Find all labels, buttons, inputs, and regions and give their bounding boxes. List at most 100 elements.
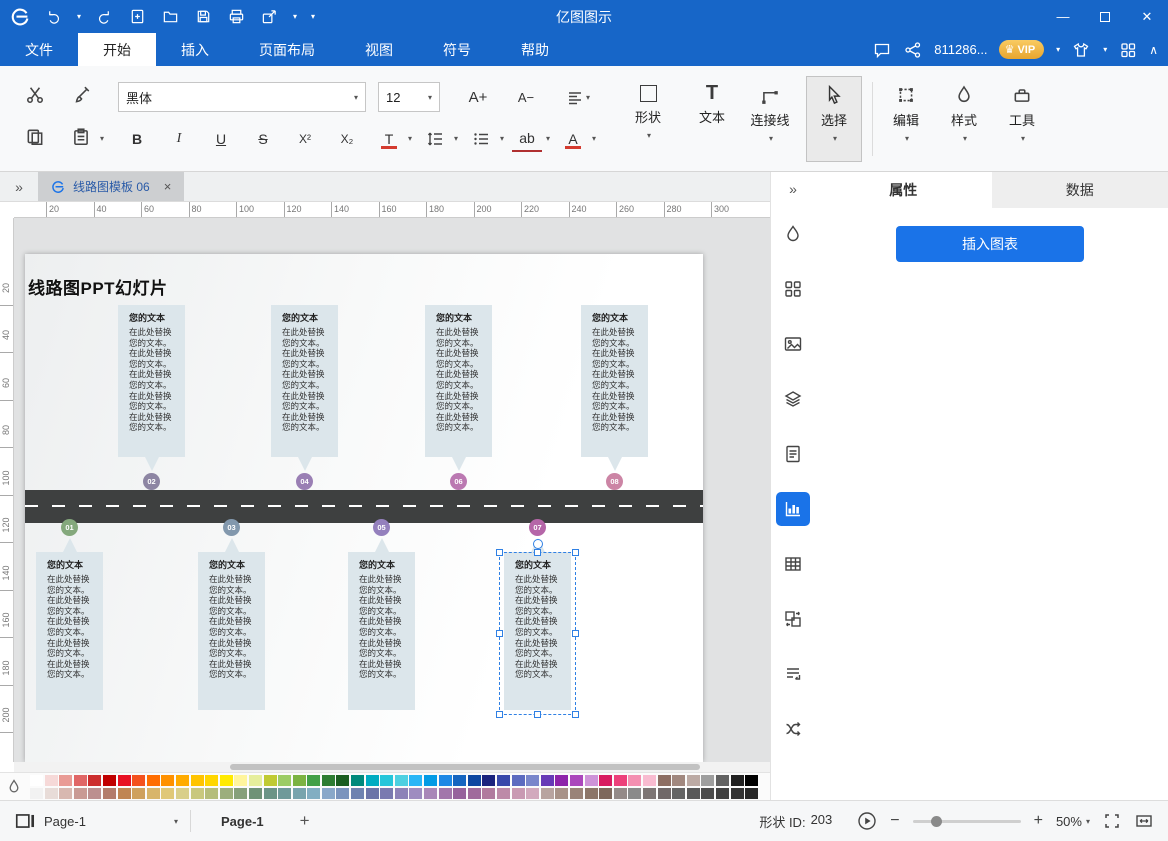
tab-data[interactable]: 数据	[992, 172, 1168, 208]
export-button[interactable]	[259, 7, 279, 27]
color-swatch[interactable]	[176, 775, 189, 786]
minimize-button[interactable]: —	[1042, 0, 1084, 33]
color-swatch[interactable]	[716, 788, 729, 799]
tab-properties[interactable]: 属性	[815, 172, 992, 208]
color-swatch[interactable]	[249, 775, 262, 786]
scrollbar-thumb[interactable]	[230, 764, 700, 770]
resize-handle[interactable]	[572, 549, 579, 556]
insert-chart-button[interactable]: 插入图表	[896, 226, 1084, 262]
shape-tool-button[interactable]: 形状	[620, 76, 676, 162]
play-button[interactable]	[857, 811, 877, 831]
color-swatch[interactable]	[497, 775, 510, 786]
color-swatch[interactable]	[468, 788, 481, 799]
callout-shape[interactable]: 您的文本 在此处替换您的文本。在此处替换您的文本。在此处替换您的文本。在此处替换…	[118, 305, 185, 490]
menu-file[interactable]: 文件	[0, 33, 78, 66]
color-swatch[interactable]	[351, 775, 364, 786]
color-swatch[interactable]	[585, 788, 598, 799]
color-swatch[interactable]	[658, 775, 671, 786]
color-swatch[interactable]	[191, 775, 204, 786]
color-swatch[interactable]	[205, 775, 218, 786]
document-tab[interactable]: 线路图模板 06 ×	[38, 172, 184, 201]
color-swatch[interactable]	[672, 775, 685, 786]
page-tab[interactable]: Page-1	[195, 814, 290, 829]
quick-access-more-icon[interactable]	[311, 12, 315, 21]
color-swatch[interactable]	[512, 788, 525, 799]
color-swatch[interactable]	[424, 788, 437, 799]
color-swatch[interactable]	[512, 775, 525, 786]
color-swatch[interactable]	[264, 788, 277, 799]
callout-box[interactable]: 您的文本 在此处替换您的文本。在此处替换您的文本。在此处替换您的文本。在此处替换…	[348, 552, 415, 710]
color-swatch[interactable]	[482, 775, 495, 786]
resize-handle[interactable]	[496, 711, 503, 718]
rotate-handle[interactable]	[533, 539, 543, 549]
redo-button[interactable]	[94, 7, 114, 27]
color-swatch[interactable]	[643, 788, 656, 799]
menu-page-layout[interactable]: 页面布局	[234, 33, 340, 66]
color-swatch[interactable]	[453, 775, 466, 786]
connector-tool-button[interactable]: 连接线	[742, 76, 798, 162]
color-swatch[interactable]	[555, 788, 568, 799]
color-swatch[interactable]	[380, 788, 393, 799]
menu-home[interactable]: 开始	[78, 33, 156, 66]
theme-caret-icon[interactable]	[1103, 45, 1107, 54]
resize-handle[interactable]	[496, 549, 503, 556]
share-icon[interactable]	[903, 40, 923, 60]
milestone-number[interactable]: 08	[606, 473, 623, 490]
color-swatch[interactable]	[118, 775, 131, 786]
text-tool-button[interactable]: T 文本	[684, 76, 740, 162]
color-swatch[interactable]	[293, 775, 306, 786]
color-swatch[interactable]	[366, 788, 379, 799]
color-swatch[interactable]	[614, 775, 627, 786]
vip-caret-icon[interactable]	[1056, 45, 1060, 54]
callout-shape[interactable]: 01 您的文本 在此处替换您的文本。在此处替换您的文本。在此处替换您的文本。在此…	[36, 519, 103, 710]
color-swatch[interactable]	[701, 788, 714, 799]
outline-panel-button[interactable]	[771, 426, 816, 481]
tabs-expand-icon[interactable]: »	[0, 172, 38, 201]
color-swatch[interactable]	[59, 775, 72, 786]
color-swatch[interactable]	[570, 788, 583, 799]
color-swatch[interactable]	[30, 775, 43, 786]
color-swatch[interactable]	[322, 788, 335, 799]
table-panel-button[interactable]	[771, 536, 816, 591]
color-swatch[interactable]	[745, 775, 758, 786]
zoom-out-button[interactable]: −	[890, 812, 899, 830]
chart-panel-button[interactable]	[771, 481, 816, 536]
color-swatch[interactable]	[132, 775, 145, 786]
color-swatch[interactable]	[453, 788, 466, 799]
page-selector[interactable]: Page-1	[36, 814, 186, 829]
color-swatch[interactable]	[264, 775, 277, 786]
color-swatch[interactable]	[614, 788, 627, 799]
color-swatch[interactable]	[687, 788, 700, 799]
print-button[interactable]	[226, 7, 246, 27]
text-color-button[interactable]: T	[374, 124, 404, 154]
zoom-in-button[interactable]: +	[1034, 812, 1043, 830]
font-name-combo[interactable]: 黑体	[118, 82, 366, 112]
color-swatch[interactable]	[628, 775, 641, 786]
decrease-font-button[interactable]: A−	[508, 82, 544, 112]
callout-box[interactable]: 您的文本 在此处替换您的文本。在此处替换您的文本。在此处替换您的文本。在此处替换…	[581, 305, 648, 457]
color-swatch[interactable]	[643, 775, 656, 786]
undo-caret-icon[interactable]	[77, 12, 81, 21]
resize-handle[interactable]	[496, 630, 503, 637]
increase-font-button[interactable]: A+	[460, 82, 496, 112]
color-swatch[interactable]	[380, 775, 393, 786]
style-tool-button[interactable]: 样式	[936, 76, 992, 162]
color-swatch[interactable]	[132, 788, 145, 799]
bullet-list-caret-icon[interactable]	[500, 134, 504, 143]
callout-box[interactable]: 您的文本 在此处替换您的文本。在此处替换您的文本。在此处替换您的文本。在此处替换…	[118, 305, 185, 457]
align-button[interactable]	[556, 82, 600, 112]
font-color-button[interactable]: A	[558, 124, 588, 154]
callout-shape[interactable]: 您的文本 在此处替换您的文本。在此处替换您的文本。在此处替换您的文本。在此处替换…	[425, 305, 492, 490]
resize-handle[interactable]	[572, 711, 579, 718]
text-color-caret-icon[interactable]	[408, 134, 412, 143]
color-swatch[interactable]	[439, 775, 452, 786]
color-swatch[interactable]	[497, 788, 510, 799]
line-spacing-caret-icon[interactable]	[454, 134, 458, 143]
color-swatch[interactable]	[701, 775, 714, 786]
tools-button[interactable]: 工具	[994, 76, 1050, 162]
color-swatch[interactable]	[585, 775, 598, 786]
callout-box[interactable]: 您的文本 在此处替换您的文本。在此处替换您的文本。在此处替换您的文本。在此处替换…	[271, 305, 338, 457]
paste-button[interactable]	[66, 122, 96, 152]
color-swatch[interactable]	[88, 775, 101, 786]
bullet-list-button[interactable]	[466, 124, 496, 154]
